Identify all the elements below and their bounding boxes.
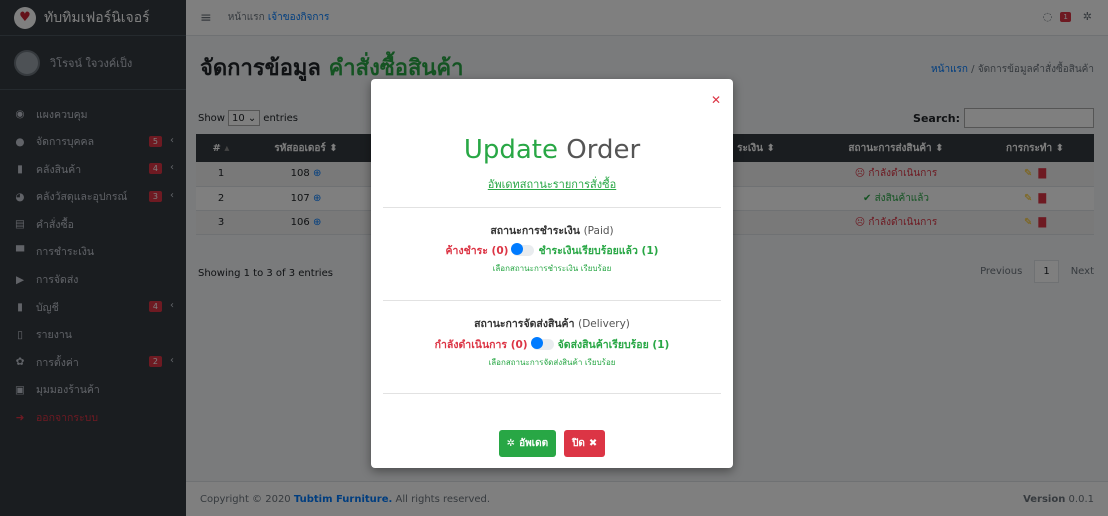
paid-section-title: สถานะการชำระเงิน (Paid) bbox=[371, 222, 733, 239]
close-icon: ✖ bbox=[588, 438, 598, 449]
divider bbox=[383, 393, 721, 394]
update-button[interactable]: ✲ อัพเดต bbox=[498, 430, 557, 457]
modal-title-accent: Update bbox=[463, 135, 558, 165]
delivery-toggle-row: กำลังดำเนินการ (0) จัดส่งสินค้าเรียบร้อย… bbox=[371, 336, 733, 353]
divider bbox=[383, 207, 721, 208]
close-button[interactable]: ปิด ✖ bbox=[564, 430, 606, 457]
delivery-off-label: กำลังดำเนินการ (0) bbox=[434, 339, 528, 351]
paid-hint: เลือกสถานะการชำระเงิน เรียบร้อย bbox=[492, 264, 612, 273]
paid-title-en: (Paid) bbox=[583, 225, 614, 237]
close-button-label: ปิด bbox=[572, 438, 585, 449]
divider bbox=[383, 300, 721, 301]
paid-toggle-row: ค้างชำระ (0) ชำระเงินเรียบร้อยแล้ว (1) bbox=[371, 242, 733, 259]
delivery-hint: เลือกสถานะการจัดส่งสินค้า เรียบร้อย bbox=[488, 358, 616, 367]
delivery-title: สถานะการจัดส่งสินค้า bbox=[474, 318, 575, 330]
modal-subtitle: อัพเดทสถานะรายการสั่งซื้อ bbox=[487, 178, 617, 191]
paid-title: สถานะการชำระเงิน bbox=[490, 225, 580, 237]
update-order-modal: ✕ Update Order อัพเดทสถานะรายการสั่งซื้อ… bbox=[371, 79, 733, 468]
paid-on-label: ชำระเงินเรียบร้อยแล้ว (1) bbox=[538, 245, 659, 257]
update-button-label: อัพเดต bbox=[519, 438, 549, 449]
modal-actions: ✲ อัพเดต ปิด ✖ bbox=[371, 430, 733, 457]
paid-toggle-switch[interactable] bbox=[511, 243, 535, 256]
modal-title: Update Order bbox=[371, 135, 733, 165]
delivery-on-label: จัดส่งสินค้าเรียบร้อย (1) bbox=[557, 339, 670, 351]
delivery-section-title: สถานะการจัดส่งสินค้า (Delivery) bbox=[371, 315, 733, 332]
delivery-toggle-switch[interactable] bbox=[530, 337, 554, 350]
paid-off-label: ค้างชำระ (0) bbox=[445, 245, 509, 257]
delivery-title-en: (Delivery) bbox=[578, 318, 630, 330]
modal-title-rest: Order bbox=[566, 135, 641, 165]
gear-icon: ✲ bbox=[506, 438, 516, 449]
close-icon[interactable]: ✕ bbox=[711, 93, 721, 107]
